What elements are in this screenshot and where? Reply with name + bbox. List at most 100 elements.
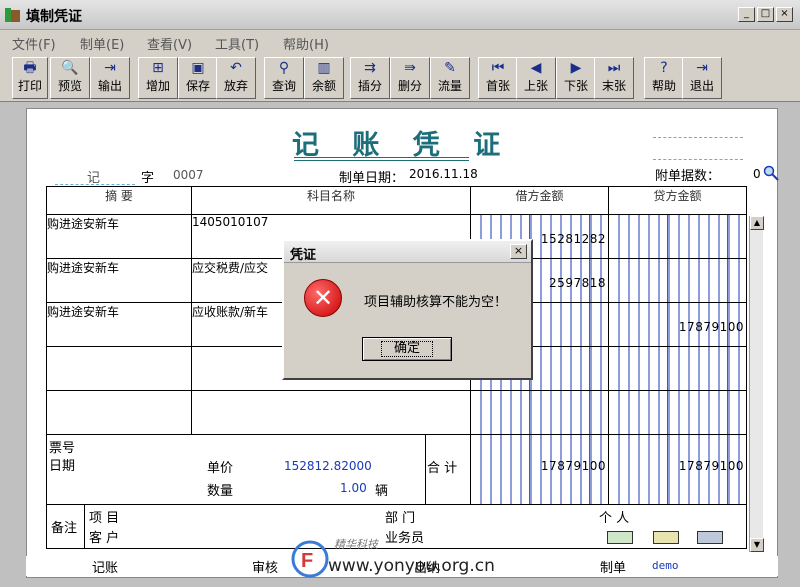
card-icon[interactable] bbox=[653, 531, 679, 544]
save-icon: ▣ bbox=[191, 60, 205, 76]
toolbar-button-1[interactable]: 🔍 预览 bbox=[50, 57, 90, 99]
watermark-brand: 精华科技 bbox=[334, 538, 378, 551]
amount-separator bbox=[667, 435, 668, 504]
dept-label[interactable]: 部 门 bbox=[385, 507, 415, 526]
toolbar-button-14[interactable]: ⏭ 末张 bbox=[594, 57, 634, 99]
toolbar-button-3[interactable]: ⊞ 增加 bbox=[138, 57, 178, 99]
person-label[interactable]: 个 人 bbox=[599, 507, 629, 526]
bill-date-label: 日期 bbox=[49, 459, 76, 474]
menu-voucher[interactable]: 制单(E) bbox=[80, 34, 124, 53]
cell-account[interactable] bbox=[191, 390, 471, 435]
debit-value: 15281282 bbox=[540, 232, 606, 246]
qty-value: 1.00 bbox=[340, 481, 367, 495]
vertical-scrollbar[interactable]: ▲ ▼ bbox=[749, 216, 764, 552]
customer-label[interactable]: 客 户 bbox=[89, 527, 119, 546]
toolbar-button-label: 打印 bbox=[17, 79, 42, 93]
maker-label: 制单 bbox=[600, 561, 627, 576]
unit-price-label: 单价 bbox=[207, 461, 234, 476]
amount-separator bbox=[667, 303, 668, 346]
cell-credit[interactable]: 17879100 bbox=[608, 302, 747, 347]
cell-summary[interactable]: 购进途安新车 bbox=[46, 214, 192, 259]
export-icon: ⇥ bbox=[104, 60, 116, 76]
toolbar-button-10[interactable]: ✎ 流量 bbox=[430, 57, 470, 99]
toolbar-button-6[interactable]: ⚲ 查询 bbox=[264, 57, 304, 99]
cell-summary[interactable] bbox=[46, 390, 192, 435]
toolbar-button-11[interactable]: ⏮ 首张 bbox=[478, 57, 518, 99]
card-icon[interactable] bbox=[697, 531, 723, 544]
toolbar-button-4[interactable]: ▣ 保存 bbox=[178, 57, 218, 99]
voucher-number[interactable]: 0007 bbox=[173, 168, 204, 182]
amount-separator bbox=[589, 391, 590, 434]
add-icon: ⊞ bbox=[152, 60, 164, 76]
amount-separator bbox=[727, 435, 728, 504]
scroll-up-icon[interactable]: ▲ bbox=[750, 216, 764, 230]
toolbar-button-0[interactable]: 🖶 打印 bbox=[12, 57, 48, 99]
cell-credit[interactable] bbox=[608, 346, 747, 391]
aux-info-cell: 票号 日期 单价 152812.82000 数量 1.00 辆 合 计 bbox=[46, 434, 471, 505]
window-titlebar: 填制凭证 _ □ × bbox=[0, 0, 800, 30]
undo-icon: ↶ bbox=[230, 60, 242, 76]
toolbar-button-12[interactable]: ◀ 上张 bbox=[516, 57, 556, 99]
qty-unit: 辆 bbox=[375, 484, 389, 499]
ok-button-label: 确定 bbox=[381, 341, 433, 357]
attach-count[interactable]: 0 bbox=[753, 167, 761, 181]
close-window-button[interactable]: × bbox=[776, 7, 793, 22]
toolbar-button-7[interactable]: ▥ 余额 bbox=[304, 57, 344, 99]
cell-credit[interactable] bbox=[608, 390, 747, 435]
first-icon: ⏮ bbox=[491, 60, 505, 76]
card-icon[interactable] bbox=[607, 531, 633, 544]
amount-separator bbox=[589, 435, 590, 504]
amount-separator bbox=[727, 259, 728, 302]
maximize-button[interactable]: □ bbox=[757, 7, 774, 22]
search-icon[interactable] bbox=[763, 165, 779, 181]
account-value: 应收账款/新车 bbox=[192, 305, 269, 319]
cell-summary[interactable]: 购进途安新车 bbox=[46, 258, 192, 303]
menu-file[interactable]: 文件(F) bbox=[12, 34, 56, 53]
total-debit-cell: 17879100 bbox=[470, 434, 609, 505]
amount-separator bbox=[667, 347, 668, 390]
amount-separator bbox=[529, 391, 530, 434]
minimize-button[interactable]: _ bbox=[738, 7, 755, 22]
delete-row-icon: ⇛ bbox=[404, 60, 416, 76]
watermark-logo-icon: F bbox=[291, 540, 329, 578]
toolbar-button-9[interactable]: ⇛ 删分 bbox=[390, 57, 430, 99]
voucher-date[interactable]: 2016.11.18 bbox=[409, 167, 478, 181]
amount-separator bbox=[589, 259, 590, 302]
project-label[interactable]: 项 目 bbox=[89, 507, 119, 526]
cell-credit[interactable] bbox=[608, 258, 747, 303]
scroll-down-icon[interactable]: ▼ bbox=[750, 538, 764, 552]
menu-view[interactable]: 查看(V) bbox=[147, 34, 192, 53]
insert-row-icon: ⇉ bbox=[364, 60, 376, 76]
toolbar-button-label: 增加 bbox=[145, 79, 170, 93]
cell-credit[interactable] bbox=[608, 214, 747, 259]
toolbar-button-label: 末张 bbox=[601, 79, 626, 93]
toolbar-button-13[interactable]: ▶ 下张 bbox=[556, 57, 596, 99]
toolbar-button-15[interactable]: ? 帮助 bbox=[644, 57, 684, 99]
zi-label: 字 bbox=[141, 171, 155, 186]
amount-separator bbox=[667, 215, 668, 258]
bill-no-label: 票号 bbox=[49, 441, 76, 456]
watermark: F 精华科技 www.yonyou.org.cn bbox=[290, 536, 520, 584]
toolbar-button-label: 删分 bbox=[397, 79, 422, 93]
unit-price-value: 152812.82000 bbox=[284, 459, 372, 473]
cell-summary[interactable]: 购进途安新车 bbox=[46, 302, 192, 347]
bookkeep-label: 记账 bbox=[92, 561, 119, 576]
menu-help[interactable]: 帮助(H) bbox=[283, 34, 329, 53]
bar-chart-icon: ▥ bbox=[317, 60, 331, 76]
ok-button[interactable]: 确定 bbox=[362, 337, 452, 361]
app-icon bbox=[5, 8, 20, 22]
decor-dash bbox=[653, 159, 743, 160]
cell-summary[interactable] bbox=[46, 346, 192, 391]
debit-value: 2597818 bbox=[549, 276, 606, 290]
toolbar-button-5[interactable]: ↶ 放弃 bbox=[216, 57, 256, 99]
menu-tools[interactable]: 工具(T) bbox=[215, 34, 259, 53]
toolbar-button-2[interactable]: ⇥ 输出 bbox=[90, 57, 130, 99]
summary-value: 购进途安新车 bbox=[47, 261, 120, 275]
voucher-row[interactable] bbox=[46, 390, 747, 435]
dialog-close-icon[interactable]: × bbox=[510, 244, 527, 259]
amount-separator bbox=[727, 215, 728, 258]
decor-dash bbox=[653, 137, 743, 138]
toolbar-button-16[interactable]: ⇥ 退出 bbox=[682, 57, 722, 99]
cell-debit[interactable] bbox=[470, 390, 609, 435]
toolbar-button-8[interactable]: ⇉ 插分 bbox=[350, 57, 390, 99]
